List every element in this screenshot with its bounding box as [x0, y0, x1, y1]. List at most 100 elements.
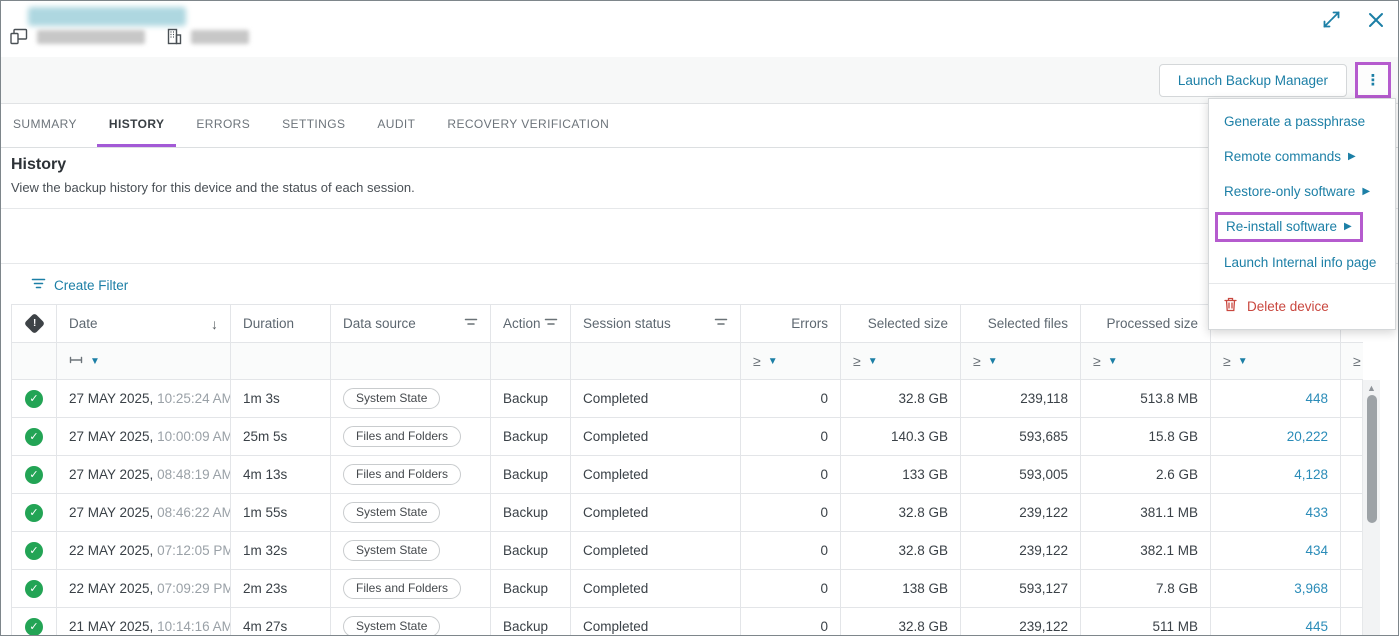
- submenu-arrow-icon: ▶: [1362, 186, 1370, 197]
- session-action: Backup: [491, 456, 571, 494]
- column-header-duration[interactable]: Duration: [231, 305, 331, 343]
- create-filter-button[interactable]: Create Filter: [31, 277, 128, 293]
- tab-audit[interactable]: AUDIT: [365, 104, 427, 147]
- session-date: 27 MAY 2025,: [69, 467, 153, 482]
- gte-filter-icon: ≥: [1353, 353, 1361, 369]
- column-header-date[interactable]: Date ↓: [57, 305, 231, 343]
- session-action: Backup: [491, 608, 571, 636]
- tab-summary[interactable]: SUMMARY: [1, 104, 89, 147]
- data-source-badge: Files and Folders: [343, 464, 461, 485]
- selected-files: 239,122: [961, 608, 1081, 636]
- table-body: ✓ 27 MAY 2025, 10:25:24 AM 1m 3s System …: [12, 380, 1364, 636]
- selected-files-filter-cell[interactable]: ≥▼: [961, 343, 1081, 380]
- processed-size: 7.8 GB: [1081, 570, 1211, 608]
- processed-files-link[interactable]: 448: [1305, 391, 1328, 406]
- session-status: Completed: [571, 532, 741, 570]
- session-duration: 25m 5s: [231, 418, 331, 456]
- success-icon: ✓: [25, 466, 43, 484]
- table-scrollbar[interactable]: ▲: [1362, 380, 1380, 636]
- titlebar: [1, 1, 1398, 57]
- data-source-badge: System State: [343, 502, 440, 523]
- session-time: 07:12:05 PM: [157, 543, 230, 558]
- scrollbar-up-icon[interactable]: ▲: [1363, 383, 1380, 393]
- processed-files-link[interactable]: 433: [1305, 505, 1328, 520]
- sort-desc-icon[interactable]: ↓: [211, 316, 218, 332]
- table-row[interactable]: ✓ 22 MAY 2025, 07:12:05 PM 1m 32s System…: [12, 532, 1364, 570]
- selected-size-filter-cell[interactable]: ≥▼: [841, 343, 961, 380]
- processed-files-link[interactable]: 20,222: [1287, 429, 1328, 444]
- processed-files-link[interactable]: 4,128: [1294, 467, 1328, 482]
- menu-item-remote-commands[interactable]: Remote commands ▶: [1209, 139, 1395, 174]
- table-row[interactable]: ✓ 27 MAY 2025, 08:46:22 AM 1m 55s System…: [12, 494, 1364, 532]
- session-date: 27 MAY 2025,: [69, 429, 153, 444]
- submenu-arrow-icon: ▶: [1348, 151, 1356, 162]
- selected-files: 593,127: [961, 570, 1081, 608]
- column-header-errors[interactable]: Errors: [741, 305, 841, 343]
- errors-filter-cell[interactable]: ≥▼: [741, 343, 841, 380]
- menu-item-generate-passphrase[interactable]: Generate a passphrase: [1209, 104, 1395, 139]
- status-column-header[interactable]: !: [12, 305, 57, 343]
- page-title: History: [11, 156, 66, 174]
- data-source-badge: Files and Folders: [343, 578, 461, 599]
- close-icon[interactable]: [1367, 11, 1385, 29]
- errors-count: 0: [741, 532, 841, 570]
- menu-item-restore-only-software[interactable]: Restore-only software ▶: [1209, 174, 1395, 209]
- caret-down-icon[interactable]: ▼: [90, 356, 100, 367]
- session-duration: 4m 13s: [231, 456, 331, 494]
- column-filter-icon[interactable]: [464, 316, 478, 331]
- column-header-data-source[interactable]: Data source: [331, 305, 491, 343]
- building-icon: [166, 28, 182, 45]
- menu-item-launch-internal-info-page[interactable]: Launch Internal info page: [1209, 245, 1395, 280]
- scrollbar-thumb[interactable]: [1367, 395, 1377, 523]
- session-action: Backup: [491, 532, 571, 570]
- column-header-processed-size[interactable]: Processed size: [1081, 305, 1211, 343]
- table-row[interactable]: ✓ 27 MAY 2025, 10:25:24 AM 1m 3s System …: [12, 380, 1364, 418]
- launch-backup-manager-button[interactable]: Launch Backup Manager: [1159, 64, 1347, 97]
- date-filter-cell[interactable]: ▼: [57, 343, 231, 380]
- table-row[interactable]: ✓ 27 MAY 2025, 10:00:09 AM 25m 5s Files …: [12, 418, 1364, 456]
- menu-item-reinstall-software[interactable]: Re-install software ▶: [1209, 209, 1395, 245]
- menu-divider: [1209, 283, 1395, 284]
- processed-files-link[interactable]: 3,968: [1294, 581, 1328, 596]
- tab-recovery-verification[interactable]: RECOVERY VERIFICATION: [435, 104, 621, 147]
- menu-item-delete-device[interactable]: Delete device: [1209, 287, 1395, 325]
- table-row[interactable]: ✓ 21 MAY 2025, 10:14:16 AM 4m 27s System…: [12, 608, 1364, 636]
- create-filter-label: Create Filter: [54, 278, 128, 293]
- column-filter-icon[interactable]: [544, 316, 558, 331]
- tab-history[interactable]: HISTORY: [97, 104, 176, 147]
- column-header-selected-size[interactable]: Selected size: [841, 305, 961, 343]
- trash-icon: [1224, 297, 1237, 315]
- session-date: 22 MAY 2025,: [69, 543, 153, 558]
- processed-files-link[interactable]: 434: [1305, 543, 1328, 558]
- table-row[interactable]: ✓ 27 MAY 2025, 08:48:19 AM 4m 13s Files …: [12, 456, 1364, 494]
- column-header-action[interactable]: Action: [491, 305, 571, 343]
- data-source-badge: System State: [343, 388, 440, 409]
- caret-down-icon: ▼: [1238, 356, 1248, 367]
- table-row[interactable]: ✓ 22 MAY 2025, 07:09:29 PM 2m 23s Files …: [12, 570, 1364, 608]
- session-date: 21 MAY 2025,: [69, 619, 153, 634]
- success-icon: ✓: [25, 428, 43, 446]
- partial-filter-cell[interactable]: ≥: [1341, 343, 1364, 380]
- device-id-redacted: [37, 30, 145, 44]
- column-header-session-status[interactable]: Session status: [571, 305, 741, 343]
- processed-files-link[interactable]: 445: [1305, 619, 1328, 634]
- success-icon: ✓: [25, 390, 43, 408]
- device-details-window: Launch Backup Manager ⋮ SUMMARY HISTORY …: [0, 0, 1399, 636]
- reinstall-highlight-box: Re-install software ▶: [1215, 212, 1363, 242]
- column-header-selected-files[interactable]: Selected files: [961, 305, 1081, 343]
- session-action: Backup: [491, 570, 571, 608]
- selected-files: 239,118: [961, 380, 1081, 418]
- expand-icon[interactable]: [1321, 9, 1342, 30]
- session-status: Completed: [571, 494, 741, 532]
- tab-errors[interactable]: ERRORS: [184, 104, 262, 147]
- selected-size: 32.8 GB: [841, 380, 961, 418]
- processed-files-filter-cell[interactable]: ≥▼: [1211, 343, 1341, 380]
- date-range-filter-icon[interactable]: [69, 354, 83, 369]
- column-filter-icon[interactable]: [714, 316, 728, 331]
- tab-settings[interactable]: SETTINGS: [270, 104, 357, 147]
- more-options-kebab-button[interactable]: ⋮: [1355, 62, 1391, 98]
- device-name-redacted: [28, 7, 186, 26]
- processed-size-filter-cell[interactable]: ≥▼: [1081, 343, 1211, 380]
- gte-filter-icon: ≥: [973, 353, 981, 369]
- session-time: 07:09:29 PM: [157, 581, 230, 596]
